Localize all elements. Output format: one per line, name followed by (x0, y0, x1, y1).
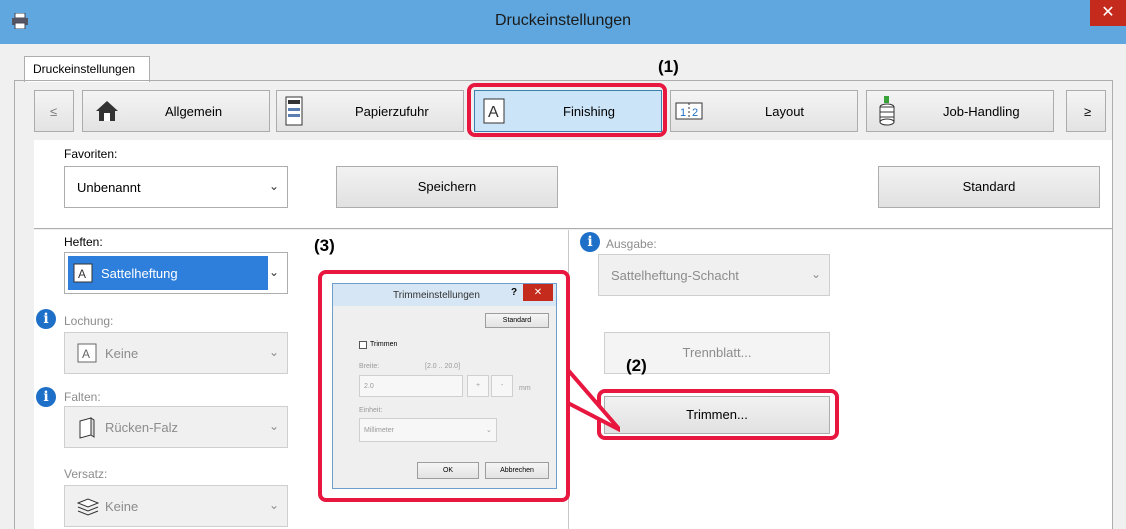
dialog-title-bar: Trimmeinstellungen ? ✕ (333, 284, 556, 306)
minus-label: - (501, 382, 504, 389)
fold-label: Falten: (64, 390, 101, 404)
punch-value: Keine (105, 346, 139, 361)
chevron-down-icon: ⌄ (810, 267, 821, 281)
nav-prev-button[interactable]: ≤ (34, 90, 74, 132)
chevron-down-icon: ⌄ (268, 265, 279, 279)
punch-icon: A (77, 343, 97, 363)
divider (14, 80, 1112, 81)
svg-text:A: A (78, 267, 86, 281)
offset-label: Versatz: (64, 467, 108, 481)
unit-select[interactable]: Millimeter ⌄ (359, 418, 497, 442)
callout-2-frame (597, 389, 839, 440)
fold-icon (79, 417, 95, 439)
width-label: Breite: (359, 363, 380, 370)
width-decrease-button[interactable]: - (491, 375, 513, 397)
layout-icon: 1 2 (675, 102, 703, 120)
chevron-down-icon: ⌄ (268, 419, 279, 433)
chevron-down-icon: ⌄ (268, 345, 279, 359)
tab-papierzufuhr[interactable]: Papierzufuhr (276, 90, 464, 132)
dialog-cancel-button[interactable]: Abbrechen (485, 462, 549, 479)
favorites-value: Unbenannt (77, 180, 141, 195)
annotation-2: (2) (626, 356, 647, 375)
window-title: Druckeinstellungen (494, 12, 632, 29)
unit-value: Millimeter (364, 427, 394, 434)
default-button[interactable]: Standard (878, 166, 1100, 208)
punch-select[interactable]: A Keine ⌄ (64, 332, 288, 374)
nav-next-button[interactable]: ≥ (1066, 90, 1106, 132)
favorites-label: Favoriten: (64, 147, 118, 161)
title-bar: Druckeinstellungen ✕ (0, 0, 1126, 44)
tab-papierzufuhr-label: Papierzufuhr (355, 104, 429, 119)
job-handling-icon (879, 96, 895, 126)
info-icon: i (580, 232, 600, 252)
chevron-down-icon: ⌄ (486, 427, 492, 434)
unit-label: Einheit: (359, 407, 383, 414)
annotation-3: (3) (314, 236, 335, 255)
saddle-stitch-icon: A (73, 263, 93, 283)
divider (1112, 80, 1113, 529)
width-increase-button[interactable]: + (467, 375, 489, 397)
fold-select[interactable]: Rücken-Falz ⌄ (64, 406, 288, 448)
width-input[interactable]: 2.0 (359, 375, 463, 397)
tab-druckeinstellungen[interactable]: Druckeinstellungen (24, 56, 150, 82)
output-value: Sattelheftung-Schacht (611, 268, 739, 283)
paper-tray-icon (285, 96, 303, 126)
svg-text:A: A (82, 347, 90, 361)
tab-allgemein[interactable]: Allgemein (82, 90, 270, 132)
dialog-ok-button[interactable]: OK (417, 462, 479, 479)
punch-label: Lochung: (64, 314, 114, 328)
info-icon: i (36, 387, 56, 407)
annotation-1: (1) (658, 57, 679, 76)
divider (14, 80, 15, 529)
dialog-default-button[interactable]: Standard (485, 313, 549, 328)
tab-layout[interactable]: 1 2 Layout (670, 90, 858, 132)
trim-checkbox[interactable] (359, 341, 367, 349)
width-value: 2.0 (364, 383, 374, 390)
chevron-down-icon: ⌄ (268, 179, 279, 193)
stapling-select[interactable]: A Sattelheftung ⌄ (64, 252, 288, 294)
dialog-title: Trimmeinstellungen (393, 290, 480, 301)
save-button[interactable]: Speichern (336, 166, 558, 208)
offset-value: Keine (105, 499, 139, 514)
chevron-down-icon: ⌄ (268, 498, 279, 512)
favorites-select[interactable]: Unbenannt ⌄ (64, 166, 288, 208)
offset-select[interactable]: Keine ⌄ (64, 485, 288, 527)
tab-allgemein-label: Allgemein (165, 104, 223, 119)
close-button[interactable]: ✕ (1090, 0, 1126, 26)
output-label: Ausgabe: (606, 237, 657, 251)
divider (34, 228, 1112, 229)
unit-short: mm (519, 385, 531, 392)
stapling-label: Heften: (64, 235, 103, 249)
info-icon: i (36, 309, 56, 329)
tab-job-handling-label: Job-Handling (943, 104, 1020, 119)
tab-job-handling[interactable]: Job-Handling (866, 90, 1054, 132)
trim-checkbox-label: Trimmen (370, 341, 398, 348)
svg-text:1: 1 (680, 107, 686, 119)
home-icon (96, 101, 118, 121)
trim-settings-dialog: Trimmeinstellungen ? ✕ Standard Trimmen … (332, 283, 557, 489)
svg-text:2: 2 (692, 107, 698, 119)
width-range: [2.0 .. 20.0] (425, 363, 461, 370)
dialog-close-button[interactable]: ✕ (523, 284, 553, 301)
nav-prev-label: ≤ (50, 104, 58, 119)
help-icon[interactable]: ? (511, 287, 517, 298)
fold-value: Rücken-Falz (105, 420, 178, 435)
plus-label: + (476, 382, 481, 389)
stapling-value: Sattelheftung (101, 266, 178, 281)
callout-1-frame (467, 83, 667, 137)
tab-layout-label: Layout (765, 104, 805, 119)
offset-stack-icon (77, 498, 99, 516)
nav-next-label: ≥ (1084, 104, 1092, 119)
output-select[interactable]: Sattelheftung-Schacht ⌄ (598, 254, 830, 296)
